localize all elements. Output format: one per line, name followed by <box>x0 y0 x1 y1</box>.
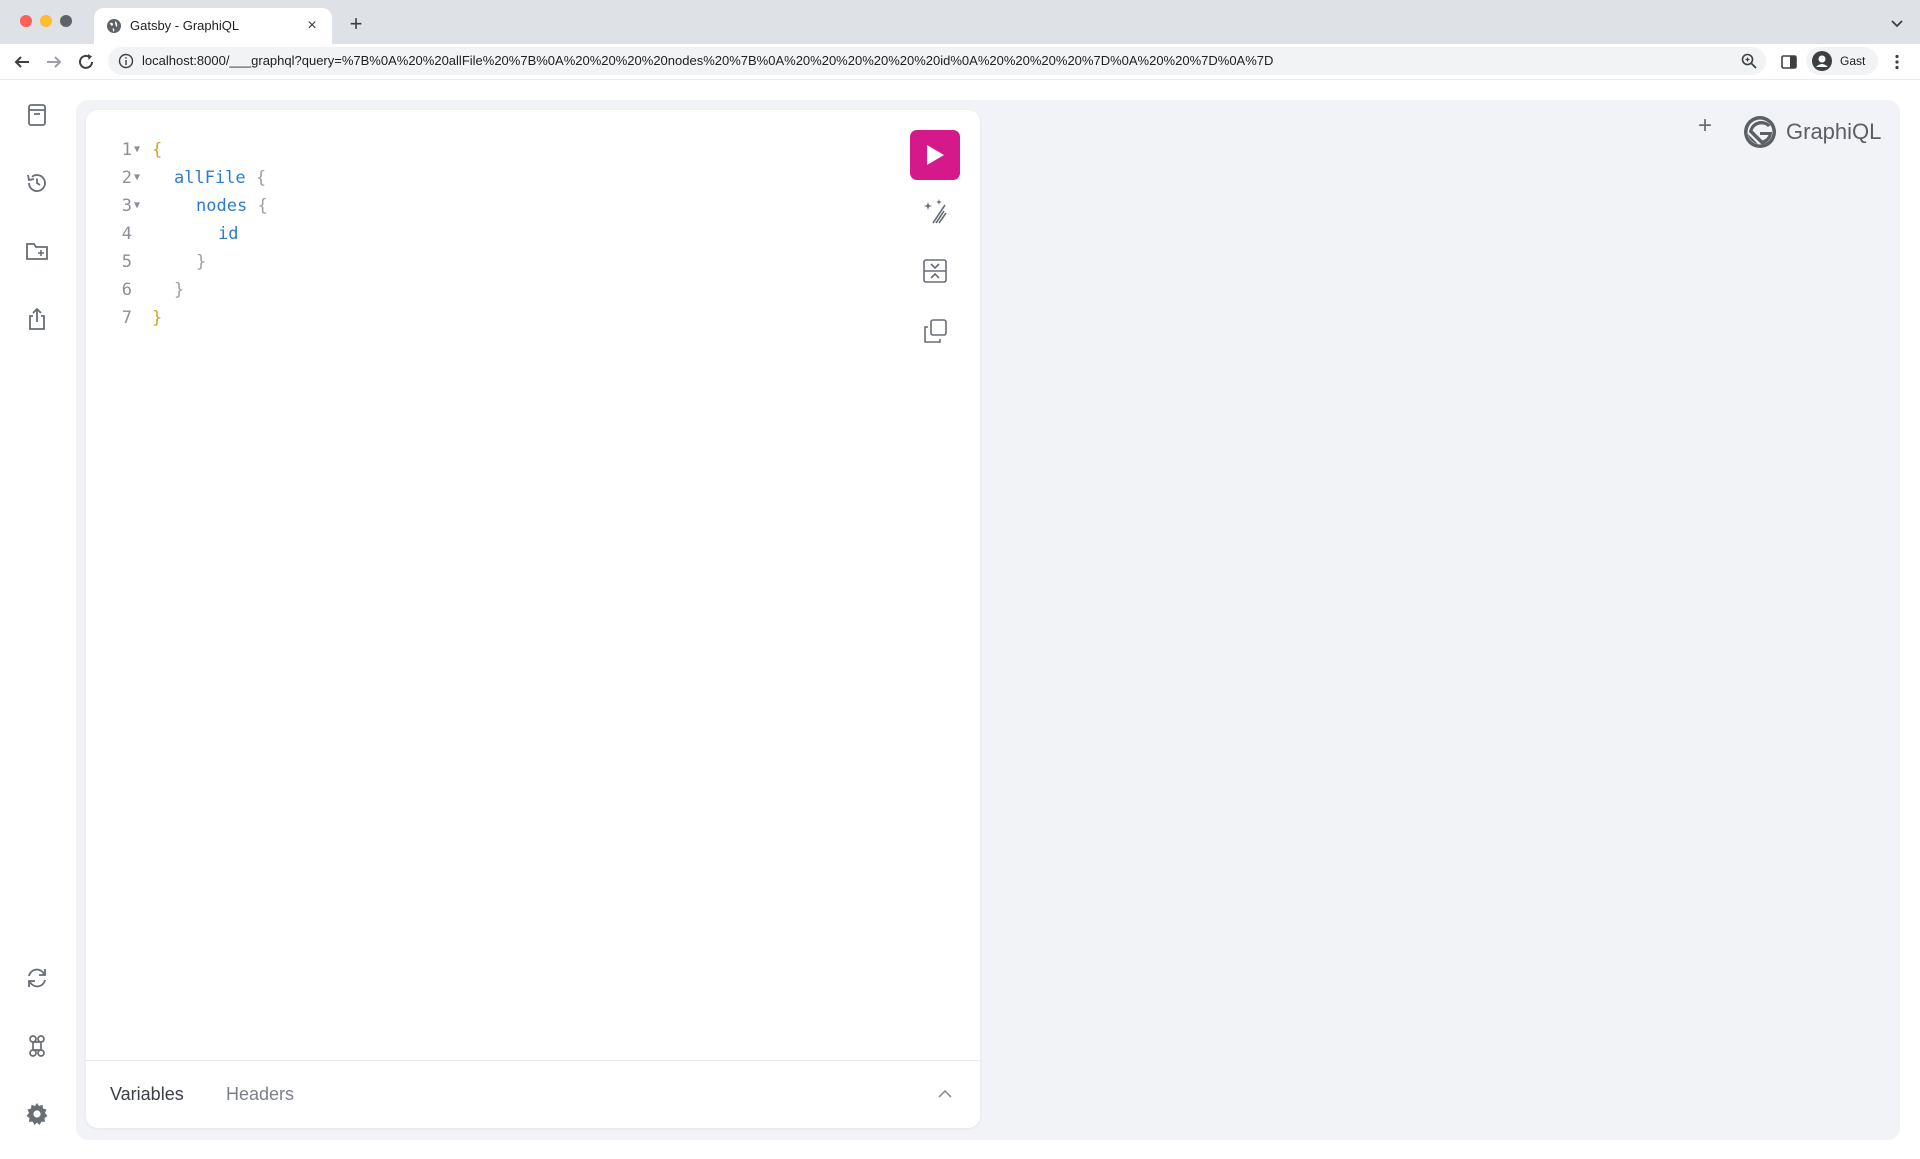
line-number: 1 <box>121 140 132 160</box>
execute-query-button[interactable] <box>910 130 960 180</box>
line-number: 7 <box>121 308 132 328</box>
tab-title: Gatsby - GraphiQL <box>130 18 240 33</box>
keyboard-shortcuts-icon[interactable] <box>22 1031 52 1061</box>
code-token: { <box>152 140 163 160</box>
code-line-5: 5 } <box>86 248 886 276</box>
refetch-schema-icon[interactable] <box>22 963 52 993</box>
zoom-icon[interactable] <box>1740 52 1758 70</box>
new-tab-button[interactable]: + <box>344 12 368 36</box>
prettify-button[interactable] <box>920 196 950 226</box>
close-window-button[interactable] <box>20 15 32 27</box>
reload-icon[interactable] <box>74 50 98 74</box>
browser-tab-strip: Gatsby - GraphiQL × + <box>0 0 1920 44</box>
add-tab-button[interactable]: + <box>1693 114 1717 138</box>
editor-tools-bar: Variables Headers <box>86 1060 980 1128</box>
code-token: nodes <box>196 196 248 216</box>
profile-name: Gast <box>1840 54 1866 68</box>
fold-arrow-icon[interactable]: ▼ <box>134 192 146 220</box>
chevron-up-icon[interactable] <box>936 1085 954 1103</box>
graphiql-app: 1 ▼ { 2 ▼ allFile { 3 ▼ nodes { 4 id 5 } <box>0 80 1920 1159</box>
code-token: { <box>257 196 268 216</box>
code-area[interactable]: 1 ▼ { 2 ▼ allFile { 3 ▼ nodes { 4 id 5 } <box>86 136 886 332</box>
code-line-4: 4 id <box>86 220 886 248</box>
side-panel-icon[interactable] <box>1780 53 1798 71</box>
code-line-3: 3 ▼ nodes { <box>86 192 886 220</box>
code-line-6: 6 } <box>86 276 886 304</box>
tab-close-icon[interactable]: × <box>302 16 322 36</box>
maximize-window-button[interactable] <box>60 15 72 27</box>
explorer-icon[interactable] <box>22 236 52 266</box>
settings-icon[interactable] <box>22 1099 52 1129</box>
tab-headers[interactable]: Headers <box>226 1083 294 1105</box>
export-icon[interactable] <box>22 304 52 334</box>
code-line-7: 7 } <box>86 304 886 332</box>
avatar-icon <box>1812 51 1832 71</box>
gatsby-logo-icon <box>1744 116 1776 148</box>
site-info-icon[interactable] <box>118 53 134 69</box>
globe-icon <box>107 19 121 33</box>
back-arrow-icon[interactable] <box>10 50 34 74</box>
code-line-1: 1 ▼ { <box>86 136 886 164</box>
profile-button[interactable]: Gast <box>1806 47 1878 75</box>
magic-wand-icon <box>924 199 947 224</box>
fold-arrow-icon[interactable]: ▼ <box>134 164 146 192</box>
history-icon[interactable] <box>22 168 52 198</box>
code-token: { <box>255 168 267 188</box>
docs-icon[interactable] <box>22 100 52 130</box>
fold-arrow-icon[interactable]: ▼ <box>134 136 146 164</box>
line-number: 6 <box>121 280 132 300</box>
forward-arrow-icon[interactable] <box>42 50 66 74</box>
browser-toolbar: localhost:8000/___graphql?query=%7B%0A%2… <box>0 44 1920 80</box>
code-token: } <box>152 308 163 328</box>
tab-search-chevron-icon[interactable] <box>1888 14 1906 32</box>
code-token: id <box>218 224 239 244</box>
code-line-2: 2 ▼ allFile { <box>86 164 886 192</box>
code-token: allFile <box>174 168 246 188</box>
line-number: 3 <box>121 196 132 216</box>
code-token: } <box>174 280 185 300</box>
query-editor[interactable]: 1 ▼ { 2 ▼ allFile { 3 ▼ nodes { 4 id 5 } <box>86 110 980 1128</box>
copy-icon <box>924 319 947 343</box>
play-icon <box>927 145 944 165</box>
line-number: 5 <box>121 252 132 272</box>
merge-icon <box>923 259 947 283</box>
address-bar[interactable]: localhost:8000/___graphql?query=%7B%0A%2… <box>108 47 1766 75</box>
copy-query-button[interactable] <box>920 316 950 346</box>
code-token: } <box>196 252 207 272</box>
browser-tab[interactable]: Gatsby - GraphiQL × <box>94 8 332 44</box>
graphiql-logo-text: GraphiQL <box>1786 119 1882 144</box>
line-number: 2 <box>121 168 132 188</box>
tab-variables[interactable]: Variables <box>110 1083 184 1105</box>
minimize-window-button[interactable] <box>40 15 52 27</box>
browser-menu-icon[interactable] <box>1888 53 1906 71</box>
url-text[interactable]: localhost:8000/___graphql?query=%7B%0A%2… <box>142 53 1273 69</box>
merge-fragments-button[interactable] <box>920 256 950 286</box>
line-number: 4 <box>121 224 132 244</box>
